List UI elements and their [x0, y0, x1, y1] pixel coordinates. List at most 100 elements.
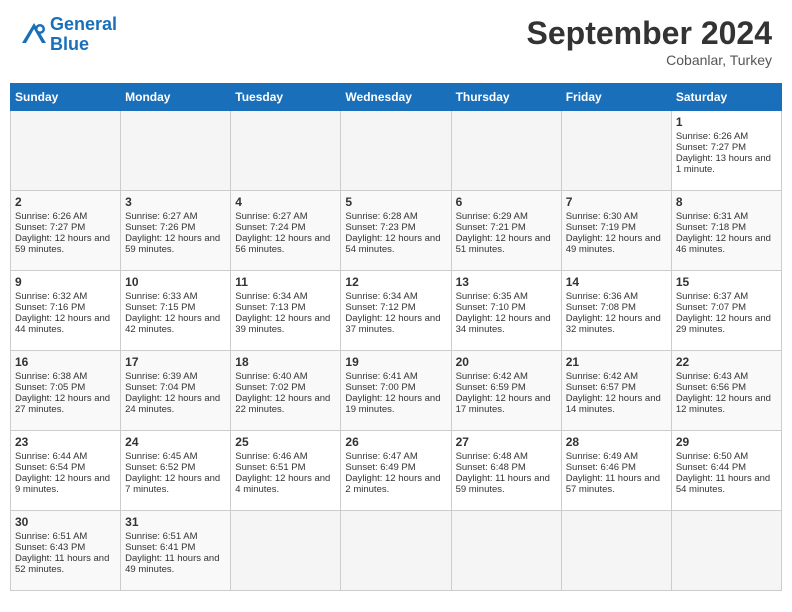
day-number: 30: [15, 515, 116, 529]
sunrise-text: Sunrise: 6:48 AM: [456, 451, 557, 462]
logo: General Blue: [20, 15, 117, 55]
empty-cell: [561, 111, 671, 191]
day-cell: 5Sunrise: 6:28 AMSunset: 7:23 PMDaylight…: [341, 191, 451, 271]
col-monday: Monday: [121, 84, 231, 111]
month-title: September 2024: [527, 15, 772, 52]
day-cell: 13Sunrise: 6:35 AMSunset: 7:10 PMDayligh…: [451, 271, 561, 351]
sunrise-text: Sunrise: 6:42 AM: [456, 371, 557, 382]
sunrise-text: Sunrise: 6:34 AM: [235, 291, 336, 302]
day-cell: 12Sunrise: 6:34 AMSunset: 7:12 PMDayligh…: [341, 271, 451, 351]
daylight-text: Daylight: 11 hours and 52 minutes.: [15, 553, 116, 575]
daylight-text: Daylight: 12 hours and 14 minutes.: [566, 393, 667, 415]
day-number: 9: [15, 275, 116, 289]
day-number: 8: [676, 195, 777, 209]
sunset-text: Sunset: 6:54 PM: [15, 462, 116, 473]
day-cell: 15Sunrise: 6:37 AMSunset: 7:07 PMDayligh…: [671, 271, 781, 351]
sunrise-text: Sunrise: 6:45 AM: [125, 451, 226, 462]
empty-cell: [121, 111, 231, 191]
logo-icon: [20, 21, 48, 49]
sunset-text: Sunset: 6:59 PM: [456, 382, 557, 393]
sunrise-text: Sunrise: 6:51 AM: [125, 531, 226, 542]
sunset-text: Sunset: 7:15 PM: [125, 302, 226, 313]
sunrise-text: Sunrise: 6:44 AM: [15, 451, 116, 462]
daylight-text: Daylight: 12 hours and 39 minutes.: [235, 313, 336, 335]
day-number: 6: [456, 195, 557, 209]
sunset-text: Sunset: 7:05 PM: [15, 382, 116, 393]
sunrise-text: Sunrise: 6:38 AM: [15, 371, 116, 382]
col-thursday: Thursday: [451, 84, 561, 111]
sunrise-text: Sunrise: 6:40 AM: [235, 371, 336, 382]
sunset-text: Sunset: 7:08 PM: [566, 302, 667, 313]
day-cell: 11Sunrise: 6:34 AMSunset: 7:13 PMDayligh…: [231, 271, 341, 351]
day-cell: 19Sunrise: 6:41 AMSunset: 7:00 PMDayligh…: [341, 351, 451, 431]
sunset-text: Sunset: 6:48 PM: [456, 462, 557, 473]
sunrise-text: Sunrise: 6:26 AM: [676, 131, 777, 142]
day-number: 25: [235, 435, 336, 449]
day-number: 15: [676, 275, 777, 289]
daylight-text: Daylight: 11 hours and 54 minutes.: [676, 473, 777, 495]
sunset-text: Sunset: 7:10 PM: [456, 302, 557, 313]
day-cell: 1Sunrise: 6:26 AMSunset: 7:27 PMDaylight…: [671, 111, 781, 191]
header-row: SundayMondayTuesdayWednesdayThursdayFrid…: [11, 84, 782, 111]
day-number: 7: [566, 195, 667, 209]
daylight-text: Daylight: 12 hours and 27 minutes.: [15, 393, 116, 415]
day-number: 29: [676, 435, 777, 449]
daylight-text: Daylight: 12 hours and 22 minutes.: [235, 393, 336, 415]
day-cell: 14Sunrise: 6:36 AMSunset: 7:08 PMDayligh…: [561, 271, 671, 351]
week-row: 23Sunrise: 6:44 AMSunset: 6:54 PMDayligh…: [11, 431, 782, 511]
day-number: 27: [456, 435, 557, 449]
sunrise-text: Sunrise: 6:34 AM: [345, 291, 446, 302]
day-cell: 22Sunrise: 6:43 AMSunset: 6:56 PMDayligh…: [671, 351, 781, 431]
day-number: 11: [235, 275, 336, 289]
week-row: 16Sunrise: 6:38 AMSunset: 7:05 PMDayligh…: [11, 351, 782, 431]
day-cell: 28Sunrise: 6:49 AMSunset: 6:46 PMDayligh…: [561, 431, 671, 511]
day-cell: 2Sunrise: 6:26 AMSunset: 7:27 PMDaylight…: [11, 191, 121, 271]
sunset-text: Sunset: 7:12 PM: [345, 302, 446, 313]
empty-cell: [451, 511, 561, 591]
sunset-text: Sunset: 6:56 PM: [676, 382, 777, 393]
location: Cobanlar, Turkey: [527, 52, 772, 68]
sunrise-text: Sunrise: 6:33 AM: [125, 291, 226, 302]
sunset-text: Sunset: 6:41 PM: [125, 542, 226, 553]
day-number: 5: [345, 195, 446, 209]
sunset-text: Sunset: 6:44 PM: [676, 462, 777, 473]
sunset-text: Sunset: 7:24 PM: [235, 222, 336, 233]
sunrise-text: Sunrise: 6:27 AM: [235, 211, 336, 222]
day-cell: 3Sunrise: 6:27 AMSunset: 7:26 PMDaylight…: [121, 191, 231, 271]
day-cell: 26Sunrise: 6:47 AMSunset: 6:49 PMDayligh…: [341, 431, 451, 511]
day-cell: 9Sunrise: 6:32 AMSunset: 7:16 PMDaylight…: [11, 271, 121, 351]
day-cell: 21Sunrise: 6:42 AMSunset: 6:57 PMDayligh…: [561, 351, 671, 431]
daylight-text: Daylight: 12 hours and 29 minutes.: [676, 313, 777, 335]
week-row: 30 Sunrise: 6:51 AM Sunset: 6:43 PMDayligh…: [11, 511, 782, 591]
sunset-text: Sunset: 7:18 PM: [676, 222, 777, 233]
sunrise-text: Sunrise: 6:37 AM: [676, 291, 777, 302]
daylight-text: Daylight: 12 hours and 32 minutes.: [566, 313, 667, 335]
sunset-text: Sunset: 7:26 PM: [125, 222, 226, 233]
day-cell: 24Sunrise: 6:45 AMSunset: 6:52 PMDayligh…: [121, 431, 231, 511]
sunset-text: Sunset: 6:43 PM: [15, 542, 116, 553]
sunrise-text: Sunrise: 6:32 AM: [15, 291, 116, 302]
sunset-text: Sunset: 7:23 PM: [345, 222, 446, 233]
sunset-text: Sunset: 7:02 PM: [235, 382, 336, 393]
sunset-text: Sunset: 6:46 PM: [566, 462, 667, 473]
day-cell: 18Sunrise: 6:40 AMSunset: 7:02 PMDayligh…: [231, 351, 341, 431]
sunset-text: Sunset: 7:21 PM: [456, 222, 557, 233]
day-number: 21: [566, 355, 667, 369]
sunrise-text: Sunrise: 6:41 AM: [345, 371, 446, 382]
sunrise-text: Sunrise: 6:50 AM: [676, 451, 777, 462]
daylight-text: Daylight: 12 hours and 17 minutes.: [456, 393, 557, 415]
sunset-text: Sunset: 6:52 PM: [125, 462, 226, 473]
day-cell: 17Sunrise: 6:39 AMSunset: 7:04 PMDayligh…: [121, 351, 231, 431]
sunrise-text: Sunrise: 6:30 AM: [566, 211, 667, 222]
sunset-text: Sunset: 6:51 PM: [235, 462, 336, 473]
day-cell: 8Sunrise: 6:31 AMSunset: 7:18 PMDaylight…: [671, 191, 781, 271]
daylight-text: Daylight: 11 hours and 57 minutes.: [566, 473, 667, 495]
col-sunday: Sunday: [11, 84, 121, 111]
week-row: 2Sunrise: 6:26 AMSunset: 7:27 PMDaylight…: [11, 191, 782, 271]
day-number: 13: [456, 275, 557, 289]
logo-blue: Blue: [50, 34, 89, 54]
calendar-table: SundayMondayTuesdayWednesdayThursdayFrid…: [10, 83, 782, 591]
sunrise-text: Sunrise: 6:31 AM: [676, 211, 777, 222]
day-number: 10: [125, 275, 226, 289]
sunrise-text: Sunrise: 6:35 AM: [456, 291, 557, 302]
